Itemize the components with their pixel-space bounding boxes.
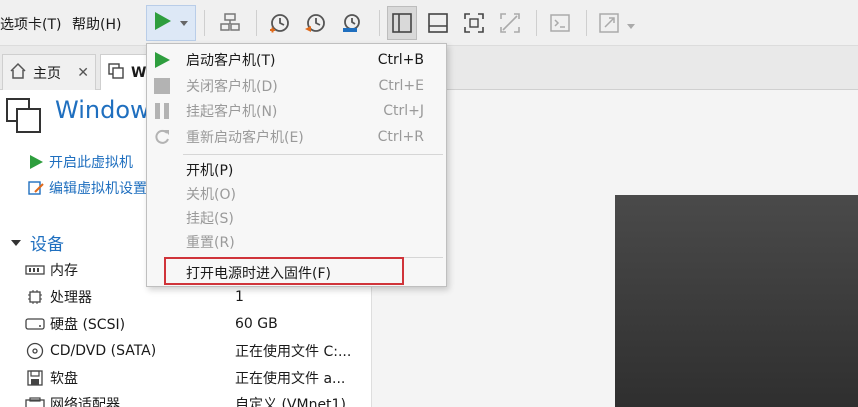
edit-vm-settings-link[interactable]: 编辑虚拟机设置: [26, 178, 147, 198]
menu-item-label: 重置(R): [186, 235, 235, 251]
menu-item-suspend[interactable]: 挂起(S): [147, 206, 446, 230]
devices-section-label: 设备: [30, 235, 64, 255]
device-row-network-adapter[interactable]: 网络适配器 自定义 (VMnet1): [24, 390, 369, 407]
menu-item-label: 关闭客户机(D): [186, 79, 278, 95]
vm-large-icon: [6, 98, 42, 138]
menu-item-label: 挂起(S): [186, 211, 234, 227]
device-row-hard-disk[interactable]: 硬盘 (SCSI) 60 GB: [24, 310, 369, 337]
menu-item-start-guest[interactable]: 启动客户机(T) Ctrl+B: [147, 48, 446, 72]
menu-help[interactable]: 帮助(H): [72, 14, 121, 34]
menu-item-label: 启动客户机(T): [186, 53, 276, 69]
stretch-icon[interactable]: [594, 6, 624, 40]
menu-item-shortcut: Ctrl+E: [378, 78, 425, 94]
cd-icon: [24, 342, 46, 360]
menu-item-label: 关机(O): [186, 187, 236, 203]
highlight-box: [164, 257, 404, 285]
menu-item-power-off[interactable]: 关机(O): [147, 182, 446, 206]
play-icon: [151, 10, 173, 36]
power-on-label: 开启此虚拟机: [49, 155, 133, 171]
terminal-icon[interactable]: [545, 6, 575, 40]
vm-screen-preview[interactable]: [615, 195, 858, 407]
menu-item-power-on[interactable]: 开机(P): [147, 158, 446, 182]
tab-vm-label: W: [131, 64, 147, 81]
menu-item-restart-guest[interactable]: 重新启动客户机(E) Ctrl+R: [147, 125, 446, 149]
power-on-vm-link[interactable]: 开启此虚拟机: [26, 152, 133, 172]
snapshot-icon[interactable]: [264, 6, 294, 40]
close-icon[interactable]: ✕: [77, 65, 89, 81]
menu-item-label: 重新启动客户机(E): [186, 130, 304, 146]
menu-item-shutdown-guest[interactable]: 关闭客户机(D) Ctrl+E: [147, 74, 446, 98]
vm-title: Window: [55, 96, 150, 124]
play-icon: [153, 51, 171, 69]
device-value: 正在使用文件 a...: [235, 370, 346, 387]
power-dropdown-menu: 启动客户机(T) Ctrl+B 关闭客户机(D) Ctrl+E 挂起客户机(N)…: [146, 43, 447, 287]
menu-item-suspend-guest[interactable]: 挂起客户机(N) Ctrl+J: [147, 99, 446, 123]
menu-item-shortcut: Ctrl+J: [383, 103, 424, 119]
menu-item-label: 开机(P): [186, 163, 234, 179]
network-icon[interactable]: [215, 6, 245, 40]
tab-home-label: 主页: [33, 65, 61, 82]
cpu-icon: [24, 288, 46, 306]
devices-section-header[interactable]: 设备: [10, 230, 64, 255]
pause-icon: [153, 102, 171, 120]
device-value: 60 GB: [235, 315, 278, 332]
unity-icon[interactable]: [495, 6, 525, 40]
home-icon: [9, 62, 27, 84]
memory-icon: [24, 264, 46, 276]
toolbar: 选项卡(T) 帮助(H): [0, 0, 858, 46]
edit-settings-label: 编辑虚拟机设置: [49, 181, 147, 197]
device-name: 硬盘 (SCSI): [50, 316, 126, 333]
chevron-down-icon: [10, 233, 22, 253]
device-name: 软盘: [50, 370, 78, 387]
power-dropdown-button[interactable]: [146, 5, 196, 41]
restart-icon: [153, 128, 171, 146]
device-value: 自定义 (VMnet1): [235, 396, 346, 407]
sidebar-view-icon[interactable]: [387, 6, 417, 40]
menu-item-label: 挂起客户机(N): [186, 104, 278, 120]
device-value: 1: [235, 288, 244, 305]
device-row-cd-dvd[interactable]: CD/DVD (SATA) 正在使用文件 C:...: [24, 337, 369, 364]
menu-item-reset[interactable]: 重置(R): [147, 230, 446, 254]
device-name: CD/DVD (SATA): [50, 342, 157, 359]
menu-item-shortcut: Ctrl+B: [377, 52, 424, 68]
network-adapter-icon: [24, 396, 46, 407]
stop-icon: [153, 77, 171, 95]
edit-settings-icon: [26, 179, 46, 197]
chevron-down-icon[interactable]: [626, 18, 636, 34]
hard-disk-icon: [24, 317, 46, 331]
snapshot-manager-icon[interactable]: [336, 6, 366, 40]
device-name: 网络适配器: [50, 396, 120, 407]
play-icon: [26, 154, 46, 170]
floppy-icon: [24, 369, 46, 387]
device-row-processor[interactable]: 处理器 1: [24, 283, 369, 310]
revert-snapshot-icon[interactable]: [300, 6, 330, 40]
device-row-floppy[interactable]: 软盘 正在使用文件 a...: [24, 364, 369, 391]
tab-home[interactable]: 主页 ✕: [2, 54, 96, 90]
chevron-down-icon: [179, 15, 189, 31]
vm-icon: [107, 62, 125, 84]
device-value: 正在使用文件 C:...: [235, 343, 352, 360]
menu-item-shortcut: Ctrl+R: [377, 129, 424, 145]
fullscreen-icon[interactable]: [459, 6, 489, 40]
console-view-icon[interactable]: [423, 6, 453, 40]
menu-tabs[interactable]: 选项卡(T): [0, 14, 61, 34]
device-name: 处理器: [50, 289, 92, 306]
